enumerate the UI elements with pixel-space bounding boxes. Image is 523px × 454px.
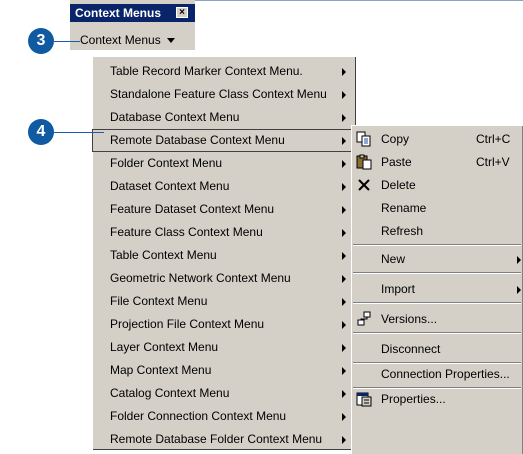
menu-item-label: Folder Context Menu (110, 156, 223, 170)
delete-icon (358, 179, 370, 191)
submenu-import-label: Import (381, 282, 416, 296)
submenu-arrow-icon (342, 68, 346, 76)
submenu-delete[interactable]: Delete (351, 174, 523, 197)
paste-icon (356, 154, 372, 170)
menu-item-layer[interactable]: Layer Context Menu (92, 336, 356, 359)
menu-item-label: Remote Database Folder Context Menu (110, 432, 323, 446)
submenu-disconnect-label: Disconnect (381, 342, 441, 356)
menu-item-catalog[interactable]: Catalog Context Menu (92, 382, 356, 405)
paste-shortcut: Ctrl+V (476, 155, 510, 169)
menu-item-label: Projection File Context Menu (110, 317, 265, 331)
menu-item-table-record-marker[interactable]: Table Record Marker Context Menu. (92, 60, 356, 83)
submenu-separator (353, 302, 521, 304)
menu-item-remote-database-folder[interactable]: Remote Database Folder Context Menu (92, 428, 356, 451)
menu-item-label: Database Context Menu (110, 110, 240, 124)
submenu-separator (353, 332, 521, 334)
submenu-arrow-icon (342, 344, 346, 352)
copy-shortcut: Ctrl+C (476, 132, 511, 146)
submenu-versions[interactable]: Versions... (351, 308, 523, 331)
menu-item-label: Dataset Context Menu (110, 179, 230, 193)
submenu-arrow-icon (342, 91, 346, 99)
submenu-refresh[interactable]: Refresh (351, 220, 523, 243)
callout-step-3: 3 (28, 28, 54, 54)
menu-item-feature-dataset[interactable]: Feature Dataset Context Menu (92, 198, 356, 221)
submenu-new[interactable]: New (351, 248, 523, 271)
menu-item-label: Catalog Context Menu (110, 386, 230, 400)
menu-item-standalone-feature-class[interactable]: Standalone Feature Class Context Menu (92, 83, 356, 106)
menu-item-geometric-network[interactable]: Geometric Network Context Menu (92, 267, 356, 290)
submenu-copy-label: Copy (381, 132, 410, 146)
submenu-arrow-icon (517, 286, 521, 294)
context-menus-list: Table Record Marker Context Menu. Standa… (92, 56, 356, 450)
submenu-separator (353, 272, 521, 274)
menu-item-label: Folder Connection Context Menu (110, 409, 287, 423)
menu-item-label: Standalone Feature Class Context Menu (110, 87, 327, 101)
menu-item-label: Feature Dataset Context Menu (110, 202, 275, 216)
submenu-paste[interactable]: Paste Ctrl+V (351, 151, 523, 174)
menu-item-file[interactable]: File Context Menu (92, 290, 356, 313)
submenu-arrow-icon (342, 160, 346, 168)
submenu-arrow-icon (342, 206, 346, 214)
submenu-paste-label: Paste (381, 155, 412, 169)
submenu-arrow-icon (342, 413, 346, 421)
menu-item-folder[interactable]: Folder Context Menu (92, 152, 356, 175)
menu-item-label: Table Context Menu (110, 248, 217, 262)
submenu-delete-label: Delete (381, 178, 416, 192)
submenu-refresh-label: Refresh (381, 224, 424, 238)
submenu-rename[interactable]: Rename (351, 197, 523, 220)
submenu-arrow-icon (517, 256, 521, 264)
submenu-arrow-icon (342, 114, 346, 122)
context-menus-dropdown-button[interactable]: Context Menus (80, 32, 175, 48)
submenu-new-label: New (381, 252, 406, 266)
submenu-arrow-icon (342, 252, 346, 260)
submenu-arrow-icon (342, 275, 346, 283)
submenu-copy[interactable]: Copy Ctrl+C (351, 128, 523, 151)
submenu-properties-label: Properties... (381, 392, 446, 406)
submenu-arrow-icon (342, 229, 346, 237)
menu-item-label: Layer Context Menu (110, 340, 219, 354)
menu-item-database[interactable]: Database Context Menu (92, 106, 356, 129)
menu-item-label: File Context Menu (110, 294, 208, 308)
menu-item-feature-class[interactable]: Feature Class Context Menu (92, 221, 356, 244)
remote-database-submenu: Copy Ctrl+C Paste Ctrl+V Delete Rename R… (351, 125, 523, 454)
top-divider (195, 0, 523, 1)
menu-item-folder-connection[interactable]: Folder Connection Context Menu (92, 405, 356, 428)
menu-item-dataset[interactable]: Dataset Context Menu (92, 175, 356, 198)
menu-item-remote-database[interactable]: Remote Database Context Menu (92, 129, 356, 152)
submenu-import[interactable]: Import (351, 278, 523, 301)
menu-item-projection-file[interactable]: Projection File Context Menu (92, 313, 356, 336)
chevron-down-icon (166, 38, 175, 44)
close-icon[interactable]: × (176, 7, 188, 18)
submenu-arrow-icon (342, 183, 346, 191)
menu-item-label: Remote Database Context Menu (110, 133, 285, 147)
submenu-arrow-icon (342, 321, 346, 329)
menu-item-label: Table Record Marker Context Menu. (110, 64, 303, 78)
versions-icon (357, 311, 371, 326)
submenu-properties[interactable]: Properties... (351, 388, 523, 411)
dropdown-label: Context Menus (80, 33, 161, 47)
submenu-arrow-icon (342, 298, 346, 306)
submenu-arrow-icon (342, 436, 346, 444)
submenu-versions-label: Versions... (381, 312, 438, 326)
submenu-arrow-icon (342, 390, 346, 398)
submenu-disconnect[interactable]: Disconnect (351, 338, 523, 361)
callout-leader-4 (54, 132, 104, 133)
submenu-separator (353, 244, 521, 246)
callout-step-4: 4 (28, 119, 54, 145)
submenu-connection-properties-label: Connection Properties... (381, 367, 510, 381)
menu-item-label: Geometric Network Context Menu (110, 271, 291, 285)
properties-icon (356, 392, 372, 407)
copy-icon (356, 131, 371, 147)
menu-item-label: Map Context Menu (110, 363, 212, 377)
submenu-arrow-icon (342, 137, 346, 145)
submenu-connection-properties[interactable]: Connection Properties... (351, 363, 523, 386)
menu-item-table[interactable]: Table Context Menu (92, 244, 356, 267)
callout-leader-3 (54, 41, 80, 42)
menu-item-label: Feature Class Context Menu (110, 225, 263, 239)
menu-item-map[interactable]: Map Context Menu (92, 359, 356, 382)
submenu-arrow-icon (342, 367, 346, 375)
submenu-rename-label: Rename (381, 201, 427, 215)
